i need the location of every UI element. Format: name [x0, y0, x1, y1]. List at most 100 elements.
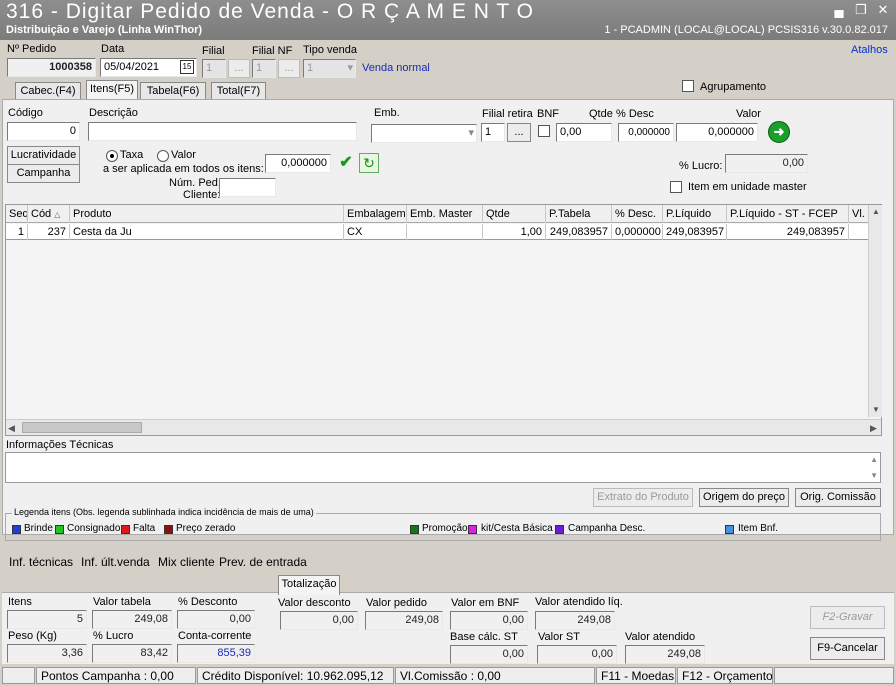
conta-corrente-field: 855,39: [177, 644, 255, 663]
base-st-field: 0,00: [450, 645, 528, 664]
restore-icon[interactable]: ❐: [852, 2, 870, 18]
col-header-p-liquido-st[interactable]: P.Líquido - ST - FCEP: [727, 205, 849, 223]
add-item-arrow-icon[interactable]: ➜: [768, 121, 790, 143]
status-f12-orcamento[interactable]: F12 - Orçamento: [677, 667, 773, 684]
valor-input[interactable]: 0,000000: [676, 123, 758, 142]
tipo-venda-label: Tipo venda: [303, 44, 358, 56]
filial-nf-search-button: ...: [278, 59, 300, 78]
refresh-icon[interactable]: ↻: [359, 153, 379, 173]
f9-cancelar-button[interactable]: F9-Cancelar: [810, 637, 885, 660]
f2-gravar-button[interactable]: F2-Gravar: [810, 606, 885, 629]
tipo-venda-desc: Venda normal: [362, 62, 430, 74]
data-value: 05/04/2021: [104, 61, 160, 73]
link-prev-entrada[interactable]: Prev. de entrada: [219, 555, 307, 569]
filial-retira-label: Filial retira: [482, 108, 533, 120]
lucratividade-button[interactable]: Lucratividade: [7, 146, 80, 165]
filial-retira-search-button[interactable]: ...: [507, 123, 531, 142]
item-unidade-master-label: Item em unidade master: [688, 181, 807, 193]
items-grid[interactable]: Seq Cód △ Produto Embalagem Emb. Master …: [5, 204, 882, 436]
valor-radio-label: Valor: [171, 149, 196, 161]
col-header-seq[interactable]: Seq: [6, 205, 28, 223]
col-header-embalagem[interactable]: Embalagem: [344, 205, 407, 223]
bnf-checkbox[interactable]: [538, 125, 550, 137]
extrato-produto-button[interactable]: Extrato do Produto: [593, 488, 693, 507]
window-subtitle: Distribuição e Varejo (Linha WinThor): [6, 24, 203, 36]
tab-totalizacao[interactable]: Totalização: [278, 575, 340, 595]
horizontal-scrollbar[interactable]: ◀ ▶: [6, 419, 881, 435]
calendar-icon[interactable]: 15: [180, 60, 194, 74]
pct-lucro-total-field: 83,42: [92, 644, 172, 663]
col-header-pct-desc[interactable]: % Desc.: [612, 205, 663, 223]
peso-label: Peso (Kg): [8, 630, 57, 642]
valor-desconto-label: Valor desconto: [278, 597, 351, 609]
agrupamento-checkbox[interactable]: [682, 80, 694, 92]
tab-itens[interactable]: Itens(F5): [86, 80, 138, 100]
link-inf-tecnicas[interactable]: Inf. técnicas: [9, 555, 73, 569]
legend-consignado-swatch: [55, 525, 64, 534]
scroll-down-icon[interactable]: ▼: [872, 405, 880, 414]
valor-radio[interactable]: [157, 150, 169, 162]
num-ped-cliente-input[interactable]: [219, 178, 276, 197]
col-header-produto[interactable]: Produto: [70, 205, 344, 223]
filial-field: 1: [202, 59, 226, 78]
cell-pct-desc: 0,000000: [612, 224, 663, 240]
legend-consignado: Consignado: [67, 523, 121, 534]
scroll-left-icon[interactable]: ◀: [8, 423, 15, 434]
origem-preco-button[interactable]: Origem do preço: [699, 488, 789, 507]
emb-select[interactable]: ▾: [371, 124, 477, 143]
status-f11-moedas[interactable]: F11 - Moedas: [596, 667, 676, 684]
col-header-cod[interactable]: Cód △: [28, 205, 70, 223]
valor-tabela-label: Valor tabela: [93, 596, 151, 608]
pct-desc-input[interactable]: 0,000000: [618, 123, 674, 142]
info-tecnicas-textarea[interactable]: ▲ ▼: [5, 452, 881, 483]
col-header-p-liquido[interactable]: P.Líquido: [663, 205, 727, 223]
qtde-label: Qtde: [589, 108, 613, 120]
col-header-emb-master[interactable]: Emb. Master: [407, 205, 483, 223]
num-ped-cliente-label1: Núm. Ped.: [169, 177, 221, 189]
tab-tabela[interactable]: Tabela(F6): [140, 82, 206, 100]
link-inf-ult-venda[interactable]: Inf. últ.venda: [81, 555, 150, 569]
vertical-scrollbar[interactable]: ▲ ▼: [868, 205, 882, 417]
taxa-radio[interactable]: [106, 150, 118, 162]
table-row[interactable]: 1 237 Cesta da Ju CX 1,00 249,083957 0,0…: [6, 224, 881, 240]
descricao-input[interactable]: [88, 122, 357, 141]
cell-emb-master: [407, 224, 483, 240]
base-st-label: Base cálc. ST: [450, 631, 518, 643]
valor-st-label: Valor ST: [538, 631, 580, 643]
scroll-thumb[interactable]: [22, 422, 142, 433]
col-header-qtde[interactable]: Qtde: [483, 205, 546, 223]
filial-retira-input[interactable]: 1: [481, 123, 505, 142]
orig-comissao-button[interactable]: Orig. Comissão: [795, 488, 881, 507]
scroll-right-icon[interactable]: ▶: [870, 423, 877, 434]
valor-st-field: 0,00: [537, 645, 617, 664]
valor-pedido-field: 249,08: [365, 611, 443, 630]
status-comissao: Vl.Comissão : 0,00: [395, 667, 595, 684]
confirm-check-icon[interactable]: ✔: [337, 154, 355, 172]
filial-search-button: ...: [228, 59, 250, 78]
item-unidade-master-checkbox[interactable]: [670, 181, 682, 193]
bnf-label: BNF: [537, 108, 559, 120]
link-mix-cliente[interactable]: Mix cliente: [158, 555, 215, 569]
scroll-up-icon[interactable]: ▲: [872, 207, 880, 216]
num-pedido-label: Nº Pedido: [7, 43, 57, 55]
qtde-input[interactable]: 0,00: [556, 123, 612, 142]
pct-lucro-total-label: % Lucro: [93, 630, 134, 642]
codigo-input[interactable]: 0: [7, 122, 80, 141]
scroll-down-icon[interactable]: ▼: [870, 471, 878, 480]
atalhos-link[interactable]: Atalhos: [851, 44, 888, 56]
cell-produto: Cesta da Ju: [70, 224, 344, 240]
tab-cabec[interactable]: Cabec.(F4): [15, 82, 81, 100]
filial-label: Filial: [202, 45, 225, 57]
legend-promocao: Promoção: [422, 523, 468, 534]
aplicada-input[interactable]: 0,000000: [265, 154, 331, 173]
col-header-p-tabela[interactable]: P.Tabela: [546, 205, 612, 223]
scroll-up-icon[interactable]: ▲: [870, 455, 878, 464]
chevron-down-icon: ▾: [347, 62, 353, 74]
valor-atendido-label: Valor atendido: [625, 631, 696, 643]
minimize-icon[interactable]: ▄: [830, 2, 848, 18]
close-icon[interactable]: ✕: [874, 2, 892, 18]
grid-header: Seq Cód △ Produto Embalagem Emb. Master …: [6, 205, 881, 223]
campanha-button[interactable]: Campanha: [7, 164, 80, 183]
filial-nf-field: 1: [252, 59, 276, 78]
tab-total[interactable]: Total(F7): [211, 82, 266, 100]
